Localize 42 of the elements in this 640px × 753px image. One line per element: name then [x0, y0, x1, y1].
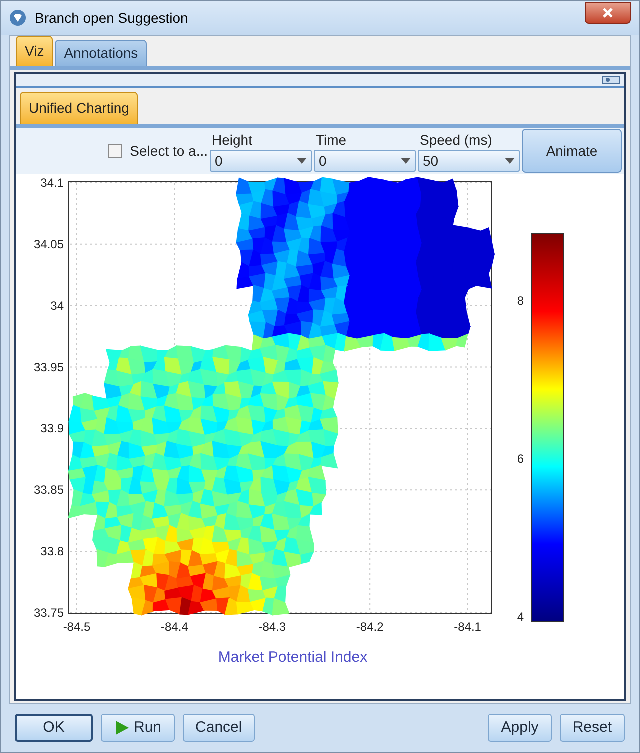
play-icon — [114, 720, 130, 736]
dialog-button[interactable]: Apply — [488, 714, 552, 742]
run-button[interactable]: Run — [101, 714, 175, 742]
checkbox[interactable] — [108, 144, 122, 158]
dropdown[interactable]: 0 — [210, 150, 312, 172]
axis-tick-label: 33.85 — [34, 483, 64, 498]
caret-icon — [401, 158, 411, 164]
axis-tick-label: 33.95 — [34, 360, 64, 374]
axis-tick-label: -84.3 — [258, 620, 286, 634]
axis-tick-label: 34 — [50, 298, 64, 313]
dropdown-label: Speed (ms) — [419, 131, 494, 150]
axis-tick-label: -84.2 — [356, 620, 384, 634]
map-title: Market Potential Index — [218, 649, 368, 666]
color-scale-label: 4 — [517, 610, 524, 624]
dialog-button[interactable]: Cancel — [182, 714, 256, 742]
animate-button[interactable]: Animate — [522, 129, 622, 173]
caret-icon — [297, 158, 307, 164]
close-button[interactable] — [585, 2, 631, 24]
window-title: Branch open Suggestion — [35, 8, 188, 28]
dropdown-label: Time — [315, 131, 348, 150]
dialog-button[interactable]: OK — [15, 714, 93, 742]
axis-tick-label: 33.9 — [40, 422, 64, 436]
tab[interactable]: Annotations — [55, 40, 148, 66]
dropdown[interactable]: 50 — [418, 150, 520, 172]
axis-tick-label: -84.5 — [63, 620, 91, 634]
tab[interactable]: Viz — [16, 36, 54, 66]
axis-tick-label: 33.75 — [34, 606, 64, 620]
caret-icon — [505, 158, 515, 164]
color-scale-label: 6 — [517, 452, 524, 466]
axis-tick-label: -84.4 — [161, 620, 188, 634]
axis-tick-label: 34.05 — [34, 237, 64, 252]
tab[interactable]: Unified Charting — [20, 92, 138, 124]
axis-tick-label: 33.8 — [40, 544, 64, 559]
dialog-button[interactable]: Reset — [560, 714, 625, 742]
axis-tick-label: -84.1 — [454, 620, 482, 634]
color-scale-label: 8 — [517, 294, 524, 308]
dropdown[interactable]: 0 — [314, 150, 416, 172]
axis-tick-label: 34.1 — [40, 176, 64, 190]
close-icon — [602, 7, 614, 19]
dropdown-label: Height — [211, 131, 254, 150]
toggle-icon — [602, 76, 620, 84]
checkbox-label: Select to a... — [130, 142, 208, 160]
